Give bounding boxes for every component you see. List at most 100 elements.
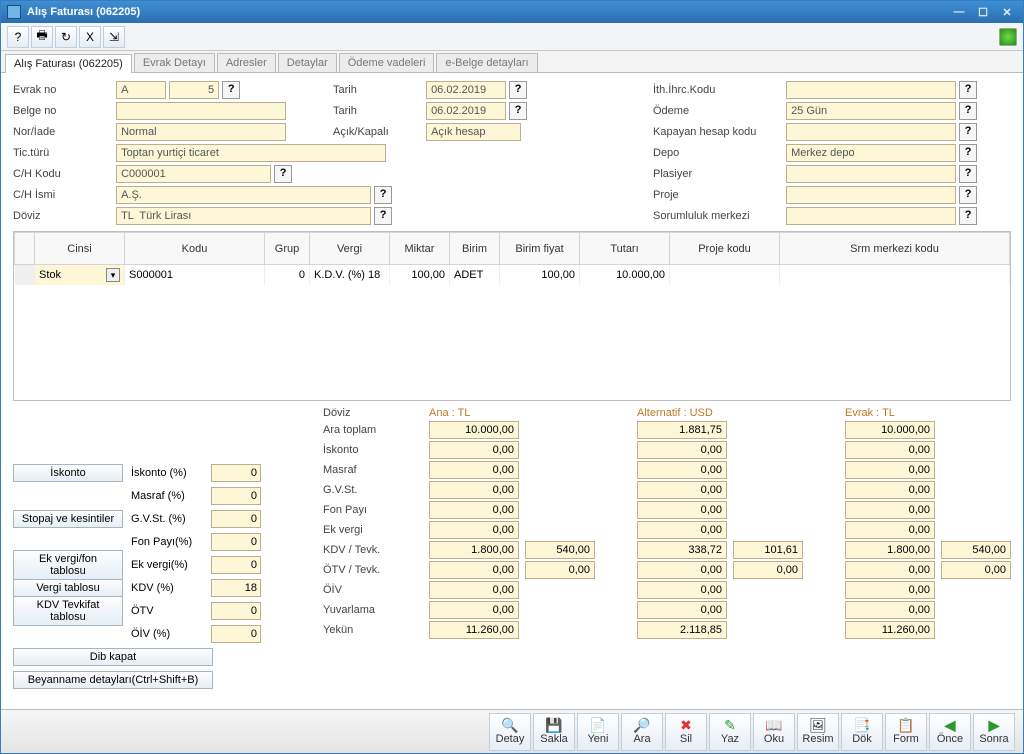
minimize-button[interactable]: — (949, 5, 969, 19)
col-tutari[interactable]: Tutarı (580, 233, 670, 265)
row-vergi[interactable]: K.D.V. (%) 18 (310, 265, 390, 285)
row-miktar[interactable]: 100,00 (390, 265, 450, 285)
tab-odeme-vadeleri[interactable]: Ödeme vadeleri (339, 53, 435, 72)
row-cinsi-dropdown-button[interactable]: ▾ (106, 268, 120, 282)
tic-turu-input[interactable] (116, 144, 386, 162)
fon-pct-input[interactable] (211, 533, 261, 551)
ch-ismi-input[interactable] (116, 186, 371, 204)
col-birim[interactable]: Birim (450, 233, 500, 265)
masraf-pct-input[interactable] (211, 487, 261, 505)
titlebar: Alış Faturası (062205) — ☐ ✕ (1, 1, 1023, 23)
tarih1-picker-button[interactable]: ? (509, 81, 527, 99)
kapayan-lookup-button[interactable]: ? (959, 123, 977, 141)
row-kodu[interactable]: S000001 (125, 265, 265, 285)
row-grup[interactable]: 0 (265, 265, 310, 285)
nor-iade-input[interactable] (116, 123, 286, 141)
sum-alt-header: Alternatif : USD (637, 407, 803, 419)
once-button[interactable]: ◀Önce (929, 713, 971, 751)
help-icon[interactable]: ? (7, 26, 29, 48)
evrak-no-lookup-button[interactable]: ? (222, 81, 240, 99)
col-srm-merkezi-kodu[interactable]: Srm merkezi kodu (780, 233, 1010, 265)
resim-button[interactable]: 🖼Resim (797, 713, 839, 751)
sorumluluk-lookup-button[interactable]: ? (959, 207, 977, 225)
row-birim[interactable]: ADET (450, 265, 500, 285)
sorumluluk-input[interactable] (786, 207, 956, 225)
ith-ihrc-lookup-button[interactable]: ? (959, 81, 977, 99)
dok-button[interactable]: 📑Dök (841, 713, 883, 751)
form-button[interactable]: 📋Form (885, 713, 927, 751)
print-icon[interactable]: 🖶 (31, 26, 53, 48)
col-birim-fiyat[interactable]: Birim fiyat (500, 233, 580, 265)
row-tutar[interactable]: 10.000,00 (580, 265, 670, 285)
tab-detaylar[interactable]: Detaylar (278, 53, 337, 72)
close-button[interactable]: ✕ (997, 5, 1017, 19)
col-vergi[interactable]: Vergi (310, 233, 390, 265)
plasiyer-input[interactable] (786, 165, 956, 183)
table-row[interactable]: Stok ▾ S000001 0 K.D.V. (%) 18 100,00 AD… (15, 265, 1010, 285)
oiv-pct-input[interactable] (211, 625, 261, 643)
ekvergi-pct-input[interactable] (211, 556, 261, 574)
proje-lookup-button[interactable]: ? (959, 186, 977, 204)
beyanname-button[interactable]: Beyanname detayları(Ctrl+Shift+B) (13, 671, 213, 689)
row-srm[interactable] (780, 265, 1010, 285)
sakla-button[interactable]: 💾Sakla (533, 713, 575, 751)
tab-evrak-detayi[interactable]: Evrak Detayı (134, 53, 215, 72)
sum-yek-usd: 2.118,85 (637, 621, 727, 639)
tarih2-input[interactable] (426, 102, 506, 120)
kdv-tevkifat-button[interactable]: KDV Tevkifat tablosu (13, 596, 123, 626)
acik-kapali-input[interactable] (426, 123, 521, 141)
sum-oiv-ana: 0,00 (429, 581, 519, 599)
evrak-no-number-input[interactable] (169, 81, 219, 99)
tab-alis-faturasi[interactable]: Alış Faturası (062205) (5, 54, 132, 73)
odeme-lookup-button[interactable]: ? (959, 102, 977, 120)
row-proje[interactable] (670, 265, 780, 285)
yaz-button[interactable]: ✎Yaz (709, 713, 751, 751)
ch-ismi-lookup-button[interactable]: ? (374, 186, 392, 204)
refresh-icon[interactable]: ↻ (55, 26, 77, 48)
ch-kodu-input[interactable] (116, 165, 271, 183)
depo-input[interactable] (786, 144, 956, 162)
status-light-icon (999, 28, 1017, 46)
sonra-button[interactable]: ▶Sonra (973, 713, 1015, 751)
maximize-button[interactable]: ☐ (973, 5, 993, 19)
iskonto-pct-input[interactable] (211, 464, 261, 482)
ara-button[interactable]: 🔎Ara (621, 713, 663, 751)
oku-button[interactable]: 📖Oku (753, 713, 795, 751)
evrak-no-prefix-input[interactable] (116, 81, 166, 99)
kdv-pct-input[interactable] (211, 579, 261, 597)
otv-pct-input[interactable] (211, 602, 261, 620)
vergi-tablosu-button[interactable]: Vergi tablosu (13, 579, 123, 597)
yeni-button[interactable]: 📄Yeni (577, 713, 619, 751)
sil-button[interactable]: ✖Sil (665, 713, 707, 751)
belge-no-input[interactable] (116, 102, 286, 120)
tarih2-picker-button[interactable]: ? (509, 102, 527, 120)
ekvergi-button[interactable]: Ek vergi/fon tablosu (13, 550, 123, 580)
row-birim-fiyat[interactable]: 100,00 (500, 265, 580, 285)
proje-input[interactable] (786, 186, 956, 204)
export-excel-icon[interactable]: X (79, 26, 101, 48)
gvst-pct-input[interactable] (211, 510, 261, 528)
plasiyer-lookup-button[interactable]: ? (959, 165, 977, 183)
doviz-input[interactable] (116, 207, 371, 225)
col-miktar[interactable]: Miktar (390, 233, 450, 265)
doviz-lookup-button[interactable]: ? (374, 207, 392, 225)
col-cinsi[interactable]: Cinsi (35, 233, 125, 265)
detay-button[interactable]: 🔍Detay (489, 713, 531, 751)
ith-ihrc-input[interactable] (786, 81, 956, 99)
tab-adresler[interactable]: Adresler (217, 53, 276, 72)
tarih1-input[interactable] (426, 81, 506, 99)
tab-ebelge-detaylari[interactable]: e-Belge detayları (436, 53, 537, 72)
dib-kapat-button[interactable]: Dib kapat (13, 648, 213, 666)
stopaj-button[interactable]: Stopaj ve kesintiler (13, 510, 123, 528)
depo-lookup-button[interactable]: ? (959, 144, 977, 162)
ch-kodu-lookup-button[interactable]: ? (274, 165, 292, 183)
kapayan-input[interactable] (786, 123, 956, 141)
iskonto-button[interactable]: İskonto (13, 464, 123, 482)
col-kodu[interactable]: Kodu (125, 233, 265, 265)
doviz-label: Döviz (13, 210, 113, 222)
col-proje-kodu[interactable]: Proje kodu (670, 233, 780, 265)
odeme-input[interactable] (786, 102, 956, 120)
export-icon[interactable]: ⇲ (103, 26, 125, 48)
line-items-grid[interactable]: Cinsi Kodu Grup Vergi Miktar Birim Birim… (13, 231, 1011, 401)
col-grup[interactable]: Grup (265, 233, 310, 265)
